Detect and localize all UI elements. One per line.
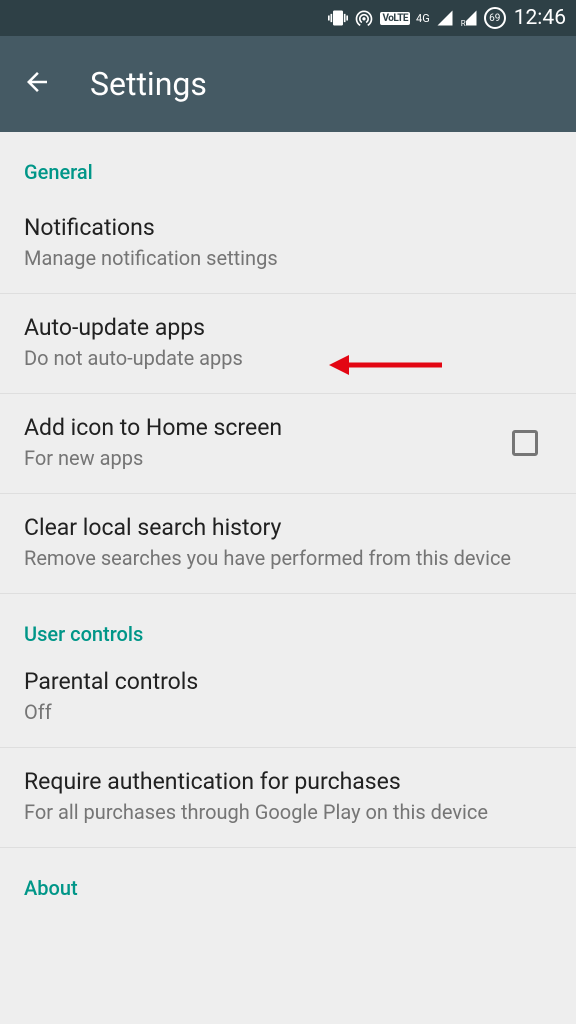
setting-auto-update[interactable]: Auto-update apps Do not auto-update apps [0,294,576,394]
setting-subtitle: Do not auto-update apps [24,345,552,371]
back-icon[interactable] [22,67,52,101]
setting-parental-controls[interactable]: Parental controls Off [0,656,576,748]
status-bar: VoLTE 4G R 69 12:46 [0,0,576,36]
setting-subtitle: For all purchases through Google Play on… [24,799,552,825]
network-type: 4G [416,12,430,25]
clock: 12:46 [514,6,566,30]
setting-subtitle: Remove searches you have performed from … [24,545,552,571]
app-bar: Settings [0,36,576,132]
checkbox[interactable] [512,430,538,456]
signal-roaming-icon: R [460,9,478,27]
setting-add-icon[interactable]: Add icon to Home screen For new apps [0,394,576,494]
setting-title: Notifications [24,214,552,241]
setting-subtitle: Manage notification settings [24,245,552,271]
setting-notifications[interactable]: Notifications Manage notification settin… [0,194,576,294]
volte-badge: VoLTE [380,12,410,25]
setting-clear-search[interactable]: Clear local search history Remove search… [0,494,576,594]
signal-icon [436,9,454,27]
battery-icon: 69 [484,7,506,29]
section-header-general: General [0,132,576,194]
setting-subtitle: Off [24,699,552,725]
setting-title: Require authentication for purchases [24,768,552,795]
setting-title: Parental controls [24,668,552,695]
setting-title: Clear local search history [24,514,552,541]
page-title: Settings [90,65,207,103]
vibrate-icon [328,8,348,28]
setting-subtitle: For new apps [24,445,496,471]
setting-require-auth[interactable]: Require authentication for purchases For… [0,748,576,848]
section-header-user-controls: User controls [0,594,576,656]
settings-list: General Notifications Manage notificatio… [0,132,576,910]
section-header-about: About [0,848,576,910]
hotspot-icon [354,8,374,28]
setting-title: Add icon to Home screen [24,414,496,441]
setting-title: Auto-update apps [24,314,552,341]
